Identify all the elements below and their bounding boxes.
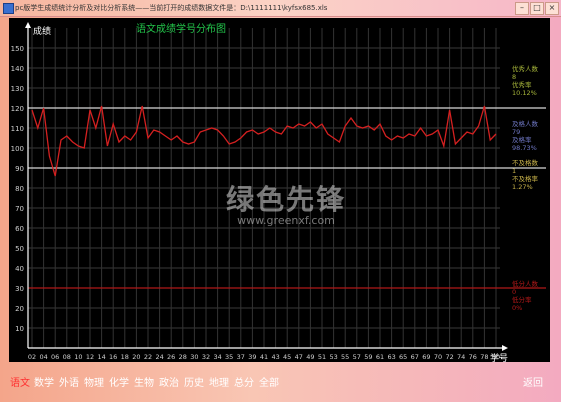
y-axis-arrow [25, 22, 31, 28]
x-tick-label: 76 [469, 353, 477, 361]
stat-rate-label: 不及格率 [512, 174, 539, 183]
stat-label: 及格人数 [512, 119, 539, 128]
stat-count: 0 [512, 288, 516, 296]
stat-label: 低分人数 [512, 279, 539, 288]
x-tick-label: 35 [225, 353, 233, 361]
x-tick-label: 10 [74, 353, 82, 361]
maximize-button[interactable]: □ [530, 2, 544, 15]
x-tick-label: 51 [318, 353, 326, 361]
y-tick-label: 60 [15, 225, 24, 233]
x-tick-label: 45 [283, 353, 291, 361]
y-tick-label: 20 [15, 305, 24, 313]
x-tick-label: 30 [190, 353, 198, 361]
watermark: 绿色先锋 www.greenxf.com [206, 178, 366, 227]
y-tick-label: 80 [15, 185, 24, 193]
tab-政治[interactable]: 政治 [159, 374, 179, 389]
x-tick-label: 47 [295, 353, 303, 361]
x-tick-label: 74 [457, 353, 465, 361]
tab-数学[interactable]: 数学 [34, 374, 54, 389]
stat-rate: 1.27% [512, 183, 533, 191]
x-tick-label: 02 [28, 353, 36, 361]
app-icon [3, 3, 14, 14]
stat-count: 1 [512, 167, 516, 175]
x-tick-label: 57 [353, 353, 361, 361]
y-tick-label: 100 [11, 145, 24, 153]
x-tick-label: 04 [39, 353, 47, 361]
stat-rate: 0% [512, 304, 522, 312]
x-tick-label: 34 [213, 353, 221, 361]
x-tick-label: 78 [480, 353, 488, 361]
tab-物理[interactable]: 物理 [84, 374, 104, 389]
stat-rate-label: 优秀率 [512, 80, 532, 89]
x-tick-label: 28 [179, 353, 187, 361]
tab-总分[interactable]: 总分 [234, 374, 254, 389]
x-tick-label: 41 [260, 353, 268, 361]
x-tick-label: 32 [202, 353, 210, 361]
x-tick-label: 18 [121, 353, 129, 361]
stat-rate-label: 及格率 [512, 135, 532, 144]
x-tick-label: 06 [51, 353, 59, 361]
minimize-button[interactable]: – [515, 2, 529, 15]
back-button[interactable]: 返回 [523, 374, 543, 389]
stat-count: 8 [512, 73, 516, 81]
x-tick-label: 12 [86, 353, 94, 361]
x-tick-label: 37 [237, 353, 245, 361]
y-tick-label: 90 [15, 165, 24, 173]
x-tick-label: 55 [341, 353, 349, 361]
title-bar: pc版学生成绩统计分析及对比分析系统——当前打开的成绩数据文件是：D:\1111… [0, 0, 561, 17]
tab-地理[interactable]: 地理 [209, 374, 229, 389]
x-tick-label: 53 [329, 353, 337, 361]
x-axis-label: 学号 [490, 352, 508, 362]
tab-历史[interactable]: 历史 [184, 374, 204, 389]
x-tick-label: 63 [387, 353, 395, 361]
tab-化学[interactable]: 化学 [109, 374, 129, 389]
tab-全部[interactable]: 全部 [259, 374, 279, 389]
y-tick-label: 120 [11, 105, 24, 113]
x-axis-arrow [502, 345, 508, 351]
y-tick-label: 150 [11, 45, 24, 53]
stat-count: 79 [512, 128, 520, 136]
x-tick-label: 69 [422, 353, 430, 361]
x-tick-label: 39 [248, 353, 256, 361]
stat-rate: 98.73% [512, 144, 537, 152]
y-tick-label: 50 [15, 245, 24, 253]
y-axis-label: 成绩 [33, 25, 51, 37]
y-tick-label: 140 [11, 65, 24, 73]
subject-tab-bar: 语文 数学 外语 物理 化学 生物 政治 历史 地理 总分 全部 返回 [0, 371, 561, 391]
x-tick-label: 08 [63, 353, 71, 361]
y-tick-label: 110 [11, 125, 24, 133]
x-tick-label: 49 [306, 353, 314, 361]
x-tick-label: 61 [376, 353, 384, 361]
x-tick-label: 16 [109, 353, 117, 361]
x-tick-label: 26 [167, 353, 175, 361]
stat-label: 不及格数 [512, 158, 539, 167]
x-tick-label: 70 [434, 353, 442, 361]
stat-label: 优秀人数 [512, 64, 539, 73]
stat-rate: 10.12% [512, 89, 537, 97]
x-tick-label: 20 [132, 353, 140, 361]
x-tick-label: 59 [364, 353, 372, 361]
window-title: pc版学生成绩统计分析及对比分析系统——当前打开的成绩数据文件是：D:\1111… [15, 4, 328, 12]
watermark-logo: 绿色先锋 [225, 183, 346, 216]
y-tick-label: 70 [15, 205, 24, 213]
tab-语文[interactable]: 语文 [10, 374, 30, 389]
close-button[interactable]: × [545, 2, 559, 15]
tab-生物[interactable]: 生物 [134, 374, 154, 389]
x-tick-label: 24 [155, 353, 163, 361]
y-tick-label: 40 [15, 265, 24, 273]
x-tick-label: 22 [144, 353, 152, 361]
tab-外语[interactable]: 外语 [59, 374, 79, 389]
y-tick-label: 130 [11, 85, 24, 93]
y-tick-label: 30 [15, 285, 24, 293]
x-tick-label: 65 [399, 353, 407, 361]
y-tick-label: 10 [15, 325, 24, 333]
stat-rate-label: 低分率 [512, 295, 532, 304]
x-tick-label: 67 [411, 353, 419, 361]
x-tick-label: 43 [271, 353, 279, 361]
x-tick-label: 72 [445, 353, 453, 361]
chart-title: 语文成绩学号分布图 [136, 22, 226, 35]
x-tick-label: 14 [97, 353, 105, 361]
